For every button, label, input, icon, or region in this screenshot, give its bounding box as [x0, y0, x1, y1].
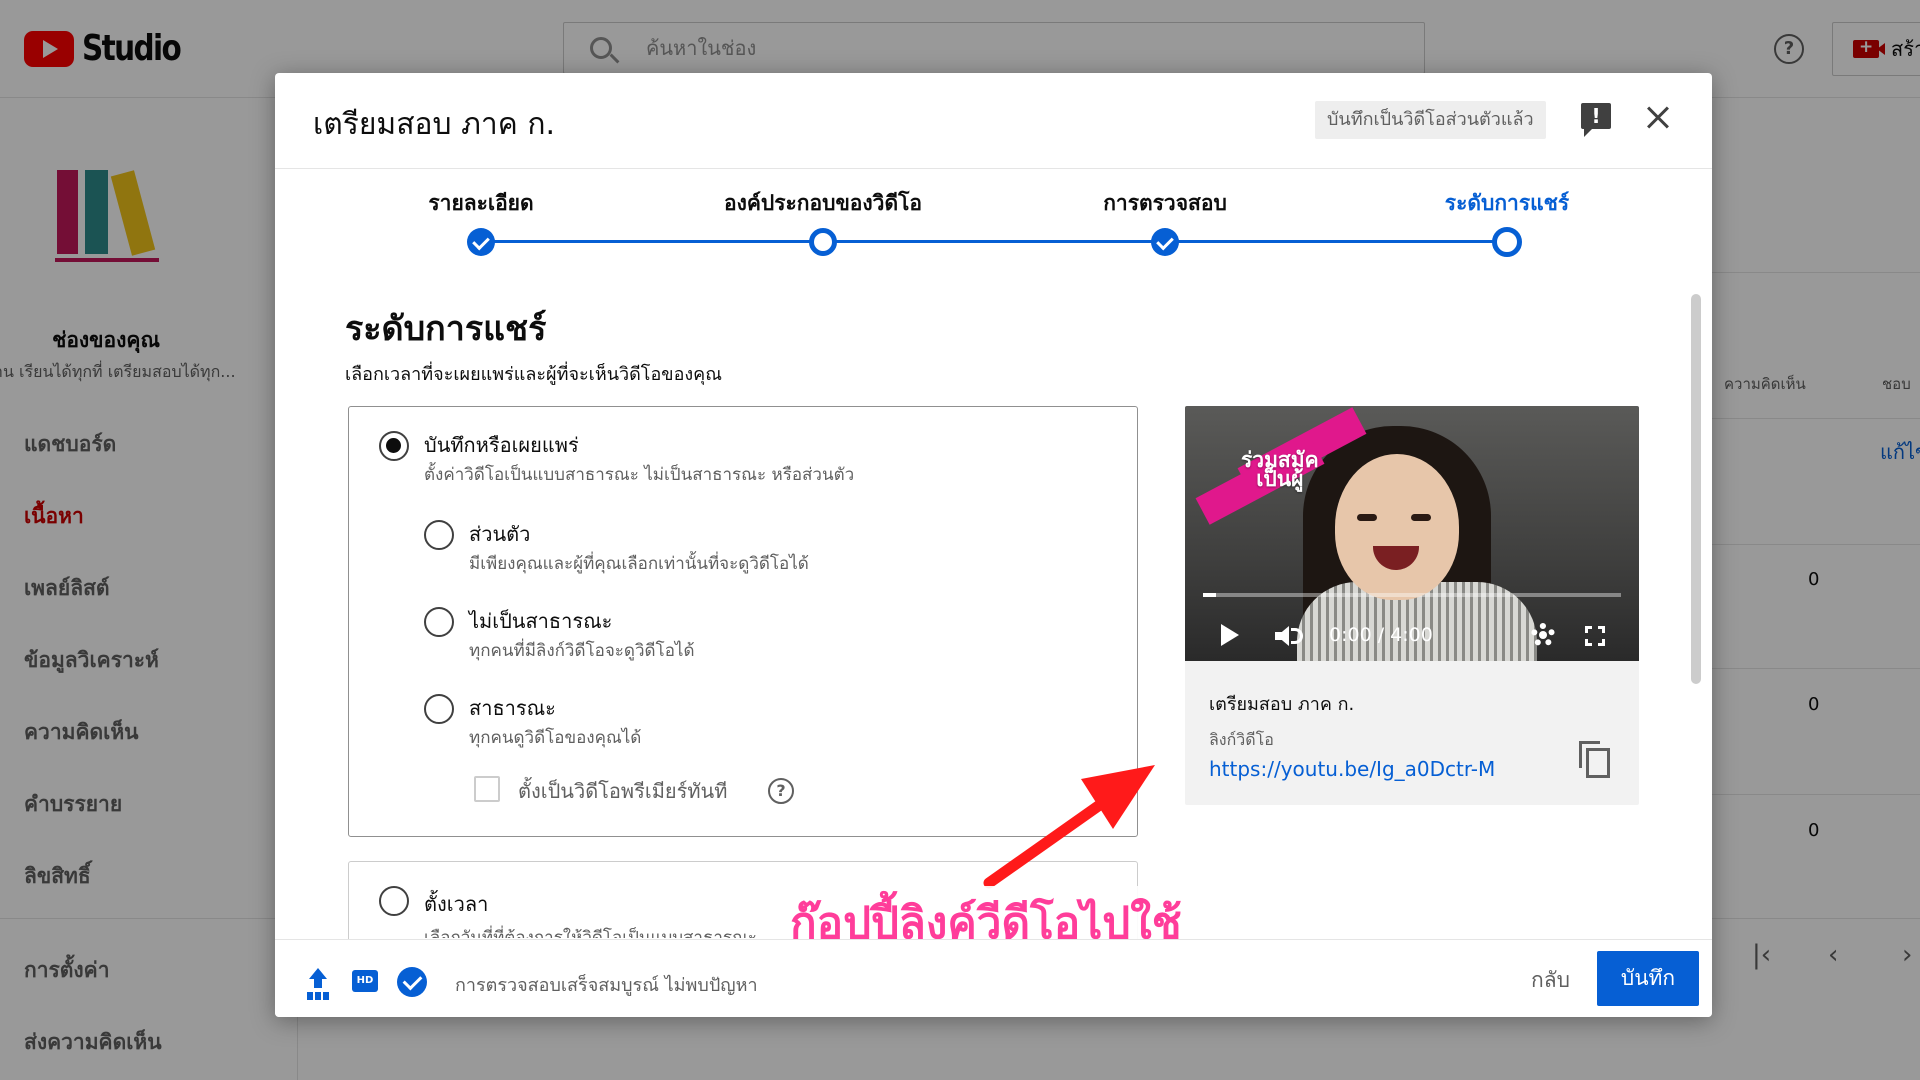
radio-unlisted[interactable] [424, 607, 454, 637]
option-label-unlisted[interactable]: ไม่เป็นสาธารณะ [469, 605, 612, 637]
video-link[interactable]: https://youtu.be/Ig_a0Dctr-M [1209, 757, 1495, 781]
fullscreen-icon[interactable] [1585, 626, 1605, 646]
option-desc-schedule: เลือกวันที่ที่ต้องการให้วิดีโอเป็นแบบสาธ… [424, 928, 757, 938]
premiere-label[interactable]: ตั้งเป็นวิดีโอพรีเมียร์ทันที [518, 775, 727, 807]
dialog-footer: HD การตรวจสอบเสร็จสมบูรณ์ ไม่พบปัญหา กลั… [275, 939, 1712, 1017]
option-label-private[interactable]: ส่วนตัว [469, 518, 530, 550]
section-description: เลือกเวลาที่จะเผยแพร่และผู้ที่จะเห็นวิดี… [345, 364, 722, 385]
radio-public[interactable] [424, 694, 454, 724]
footer-status: การตรวจสอบเสร็จสมบูรณ์ ไม่พบปัญหา [455, 975, 758, 996]
step-done-icon[interactable] [467, 228, 495, 256]
copy-link-icon[interactable] [1579, 741, 1610, 778]
step-current-icon[interactable] [1492, 227, 1522, 257]
close-icon[interactable] [1641, 101, 1675, 135]
dialog-title: เตรียมสอบ ภาค ก. [313, 107, 556, 142]
option-desc-public: ทุกคนดูวิดีโอของคุณได้ [469, 728, 642, 748]
option-desc-unlisted: ทุกคนที่มีลิงก์วิดีโอจะดูวิดีโอได้ [469, 641, 695, 661]
radio-publish[interactable] [379, 431, 409, 461]
option-label-schedule[interactable]: ตั้งเวลา [424, 888, 488, 920]
video-link-label: ลิงก์วิดีโอ [1209, 730, 1274, 749]
option-desc-publish: ตั้งค่าวิดีโอเป็นแบบสาธารณะ ไม่เป็นสาธาร… [424, 465, 855, 485]
step-label-visibility[interactable]: ระดับการแชร์ [1445, 187, 1569, 220]
upload-stepper: รายละเอียด องค์ประกอบของวิดีโอ การตรวจสอ… [275, 169, 1712, 269]
hd-icon[interactable]: HD [352, 970, 378, 992]
play-icon[interactable] [1221, 624, 1239, 646]
report-feedback-icon[interactable]: ! [1581, 103, 1611, 137]
step-node-icon[interactable] [809, 228, 837, 256]
saved-status-badge: บันทึกเป็นวิดีโอส่วนตัวแล้ว [1315, 101, 1546, 139]
premiere-checkbox[interactable] [474, 776, 500, 802]
back-button[interactable]: กลับ [1515, 954, 1586, 1006]
stepper-line [481, 240, 1507, 243]
radio-private[interactable] [424, 520, 454, 550]
option-label-publish[interactable]: บันทึกหรือเผยแพร่ [424, 429, 579, 461]
video-player[interactable]: ร่วมสมัค เป็นผู้ 0:00 / 4:00 [1185, 406, 1639, 661]
video-time: 0:00 / 4:00 [1329, 624, 1433, 646]
step-label-details[interactable]: รายละเอียด [428, 187, 533, 220]
video-preview-card: ร่วมสมัค เป็นผู้ 0:00 / 4:00 เตรียมสอบ ภ… [1185, 406, 1639, 805]
save-button[interactable]: บันทึก [1597, 951, 1699, 1006]
step-label-checks[interactable]: การตรวจสอบ [1103, 187, 1227, 220]
option-label-public[interactable]: สาธารณะ [469, 692, 556, 724]
step-label-elements[interactable]: องค์ประกอบของวิดีโอ [724, 187, 922, 220]
gear-icon[interactable] [1531, 623, 1555, 647]
upload-icon[interactable] [306, 968, 330, 994]
premiere-help-icon[interactable]: ? [768, 778, 794, 804]
checks-complete-icon[interactable] [397, 967, 427, 997]
section-title: ระดับการแชร์ [345, 309, 547, 349]
radio-schedule[interactable] [379, 886, 409, 916]
option-desc-private: มีเพียงคุณและผู้ที่คุณเลือกเท่านั้นที่จะ… [469, 554, 809, 574]
upload-dialog: เตรียมสอบ ภาค ก. บันทึกเป็นวิดีโอส่วนตัว… [275, 73, 1712, 1017]
dialog-scrollbar[interactable] [1691, 294, 1701, 684]
thumbnail-caption: ร่วมสมัค เป็นผู้ [1241, 448, 1319, 491]
preview-video-title: เตรียมสอบ ภาค ก. [1209, 694, 1355, 715]
video-progress-bar[interactable] [1203, 593, 1621, 597]
video-progress-fill [1203, 593, 1216, 597]
dialog-header: เตรียมสอบ ภาค ก. บันทึกเป็นวิดีโอส่วนตัว… [275, 73, 1712, 169]
step-done-icon[interactable] [1151, 228, 1179, 256]
